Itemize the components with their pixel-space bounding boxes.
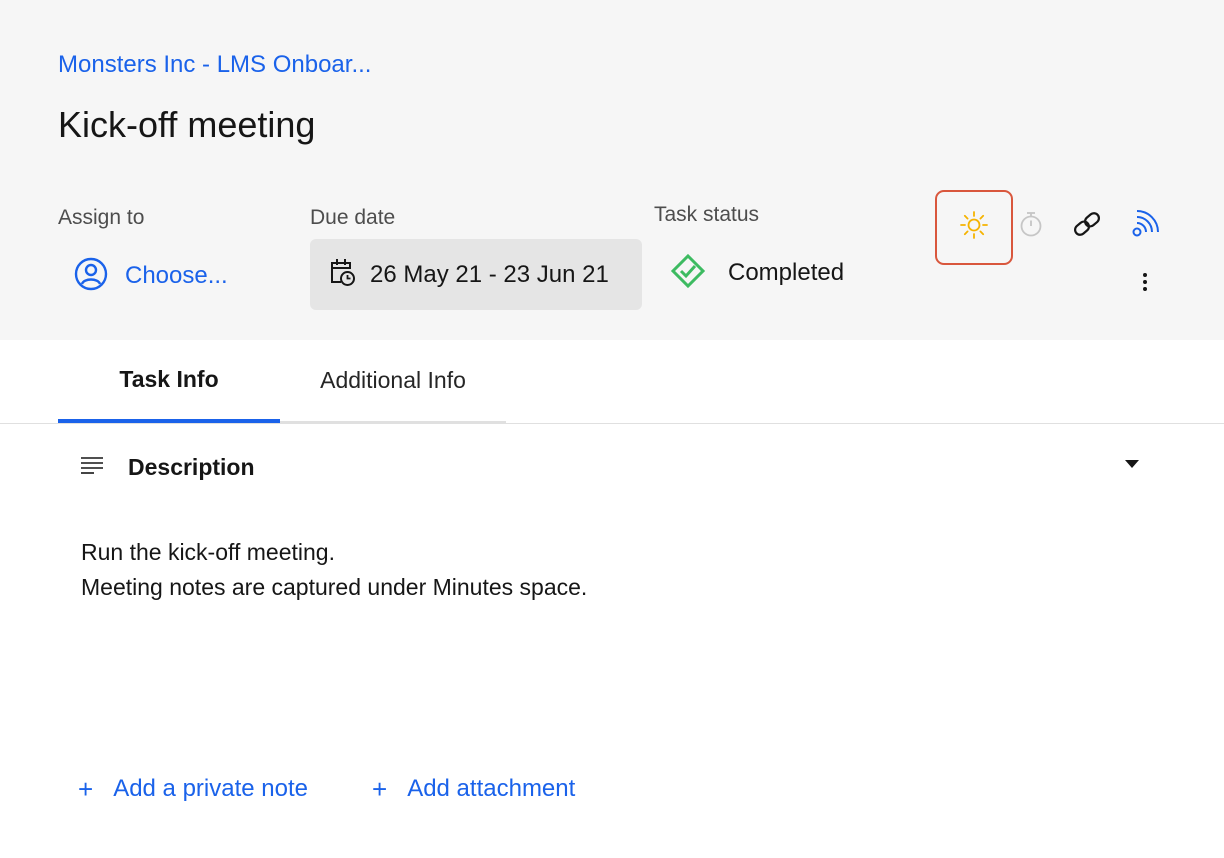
- due-date-picker[interactable]: 26 May 21 - 23 Jun 21: [310, 239, 642, 310]
- tab-additional-info[interactable]: Additional Info: [280, 340, 506, 423]
- user-avatar-icon: [74, 257, 108, 296]
- collapse-description-button[interactable]: [1118, 452, 1146, 478]
- add-attachment-label: Add attachment: [407, 775, 576, 802]
- sun-icon: [959, 210, 989, 245]
- feed-button[interactable]: [1124, 204, 1166, 248]
- plus-icon: +: [78, 774, 94, 804]
- caret-down-icon: [1124, 456, 1140, 474]
- task-status-selector[interactable]: Completed: [670, 253, 845, 294]
- add-private-note-label: Add a private note: [113, 775, 308, 802]
- more-options-button[interactable]: [1130, 268, 1160, 300]
- feed-icon: [1130, 209, 1160, 244]
- completed-status-icon: [670, 253, 706, 294]
- breadcrumb-link[interactable]: Monsters Inc - LMS Onboar...: [58, 51, 371, 79]
- more-vertical-icon: [1142, 272, 1148, 297]
- description-body: Run the kick-off meeting. Meeting notes …: [81, 535, 587, 605]
- plus-icon: +: [372, 774, 388, 804]
- page-title: Kick-off meeting: [58, 104, 316, 145]
- task-status-value: Completed: [728, 259, 845, 286]
- add-private-note-button[interactable]: + Add a private note: [78, 770, 308, 808]
- due-date-value: 26 May 21 - 23 Jun 21: [370, 260, 609, 288]
- due-date-label: Due date: [310, 206, 396, 229]
- assign-to-button[interactable]: Choose...: [74, 256, 228, 296]
- assign-to-value: Choose...: [125, 262, 228, 289]
- tab-task-info[interactable]: Task Info: [58, 340, 280, 423]
- timer-icon: [1018, 210, 1044, 243]
- tab-bar: Task Info Additional Info: [0, 340, 1224, 424]
- link-icon: [1071, 210, 1103, 243]
- calendar-clock-icon: [328, 257, 356, 292]
- link-button[interactable]: [1066, 206, 1108, 246]
- description-heading: Description: [128, 453, 255, 480]
- task-header: Monsters Inc - LMS Onboar... Kick-off me…: [0, 0, 1224, 340]
- assign-label: Assign to: [58, 206, 145, 229]
- description-line: Run the kick-off meeting.: [81, 539, 335, 565]
- description-line: Meeting notes are captured under Minutes…: [81, 574, 588, 600]
- add-attachment-button[interactable]: + Add attachment: [372, 770, 575, 808]
- sun-button[interactable]: [935, 190, 1013, 265]
- text-lines-icon: [80, 455, 104, 480]
- timer-button[interactable]: [1012, 206, 1050, 246]
- task-status-label: Task status: [654, 203, 760, 226]
- description-header[interactable]: Description: [80, 446, 255, 488]
